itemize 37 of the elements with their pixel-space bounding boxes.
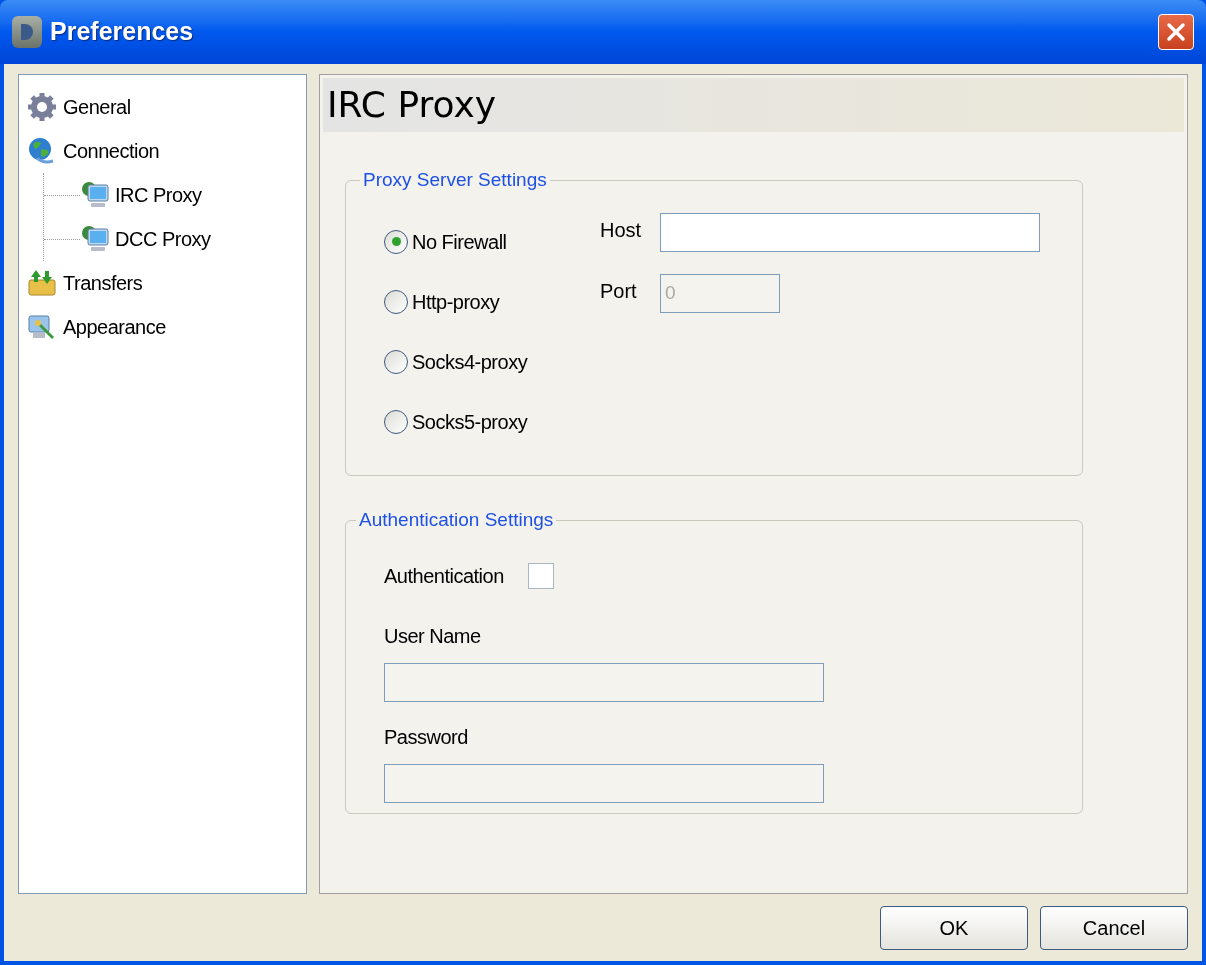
radio-button[interactable] <box>384 229 408 254</box>
dialog-button[interactable]: Cancel <box>1040 906 1188 950</box>
password-label: Password <box>384 724 469 750</box>
group-title: Authentication Settings <box>358 508 555 532</box>
folder-arrows-icon <box>27 268 57 298</box>
dialog-button[interactable]: OK <box>880 906 1028 950</box>
tree-item[interactable]: Transfers <box>27 261 298 305</box>
computer-icon <box>81 180 111 210</box>
user-name-label: User Name <box>384 623 482 649</box>
group-title: Proxy Server Settings <box>362 168 548 192</box>
close-icon <box>1166 22 1186 42</box>
host-field[interactable] <box>660 212 1040 252</box>
window-title: Preferences <box>50 16 194 48</box>
computer-icon <box>81 224 111 254</box>
close-button[interactable] <box>1158 14 1194 50</box>
authentication-checkbox[interactable] <box>527 562 554 589</box>
radio-label: Socks5-proxy <box>412 409 528 435</box>
radio-button[interactable] <box>384 289 408 314</box>
tree-item[interactable]: Connection <box>27 129 298 173</box>
tree-item[interactable]: Appearance <box>27 305 298 349</box>
password-field[interactable] <box>384 763 824 803</box>
authentication-label: Authentication <box>384 563 504 589</box>
host-label: Host <box>600 217 643 243</box>
port-label: Port <box>600 278 638 304</box>
gear-icon <box>27 92 57 122</box>
monitor-brush-icon <box>27 312 57 342</box>
tree-item[interactable]: IRC Proxy <box>80 180 203 210</box>
page-title: IRC Proxy <box>327 83 497 127</box>
radio-label: Http-proxy <box>412 289 500 315</box>
radio-label: Socks4-proxy <box>412 349 528 375</box>
tree-item[interactable]: General <box>27 85 298 129</box>
app-logo-icon <box>12 16 42 48</box>
user-name-field[interactable] <box>384 662 824 702</box>
radio-label: No Firewall <box>412 229 507 255</box>
radio-button[interactable] <box>384 349 408 374</box>
radio-button[interactable] <box>384 409 408 434</box>
tree-item[interactable]: DCC Proxy <box>80 224 212 254</box>
